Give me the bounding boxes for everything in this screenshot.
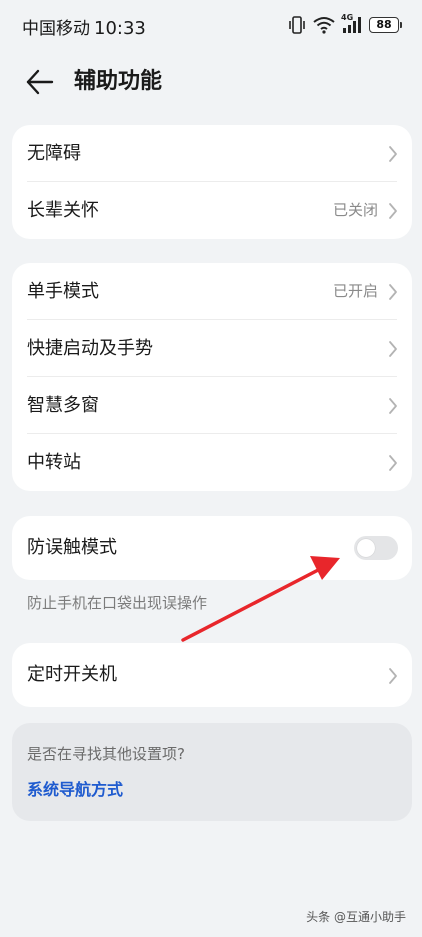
- clock: 10:33: [94, 18, 146, 39]
- toggle-knob: [357, 539, 375, 557]
- chevron-right-icon: [389, 341, 397, 357]
- search-suggestion-card: 是否在寻找其他设置项? 系统导航方式: [12, 723, 412, 821]
- suggestion-question: 是否在寻找其他设置项?: [27, 745, 185, 763]
- row-label: 快捷启动及手势: [27, 338, 153, 359]
- row-value: 已开启: [332, 282, 378, 300]
- settings-group-4: 定时开关机: [12, 643, 412, 707]
- row-accessibility[interactable]: 无障碍: [12, 125, 412, 182]
- page-title: 辅助功能: [74, 69, 163, 94]
- chevron-right-icon: [389, 146, 397, 162]
- battery-level: 88: [369, 17, 399, 33]
- row-label: 无障碍: [27, 143, 81, 164]
- row-label: 智慧多窗: [27, 395, 99, 416]
- row-pocket-mode: 防误触模式: [12, 516, 412, 580]
- row-label: 中转站: [27, 452, 81, 473]
- row-label: 防误触模式: [27, 537, 117, 558]
- row-one-hand-mode[interactable]: 单手模式 已开启: [12, 263, 412, 320]
- wifi-icon: [313, 17, 335, 34]
- pocket-mode-description: 防止手机在口袋出现误操作: [27, 594, 208, 612]
- status-left: 中国移动 10:33: [22, 14, 146, 39]
- settings-group-1: 无障碍 长辈关怀 已关闭: [12, 125, 412, 239]
- carrier-label: 中国移动: [22, 19, 90, 39]
- settings-group-3: 防误触模式: [12, 516, 412, 580]
- row-transfer-station[interactable]: 中转站: [12, 434, 412, 491]
- battery-cap: [400, 22, 402, 28]
- row-scheduled-power[interactable]: 定时开关机: [12, 643, 412, 707]
- row-shortcuts-gestures[interactable]: 快捷启动及手势: [12, 320, 412, 377]
- row-value: 已关闭: [332, 201, 378, 219]
- row-elder-care[interactable]: 长辈关怀 已关闭: [12, 182, 412, 239]
- vibrate-icon: [289, 16, 305, 34]
- row-label: 长辈关怀: [27, 200, 99, 221]
- battery-indicator: 88: [369, 17, 402, 33]
- chevron-right-icon: [389, 668, 397, 684]
- chevron-right-icon: [389, 455, 397, 471]
- row-smart-multiwindow[interactable]: 智慧多窗: [12, 377, 412, 434]
- status-icons: 4G 88: [287, 13, 402, 36]
- cellular-signal-icon: 4G: [341, 13, 363, 34]
- row-label: 单手模式: [27, 281, 99, 302]
- chevron-right-icon: [389, 203, 397, 219]
- suggestion-link[interactable]: 系统导航方式: [27, 776, 123, 800]
- row-label: 定时开关机: [27, 664, 117, 685]
- pocket-mode-toggle[interactable]: [354, 536, 398, 560]
- status-bar: 中国移动 10:33 4G 88: [0, 0, 422, 52]
- page-header: 辅助功能: [0, 52, 422, 112]
- watermark: 头条 @互通小助手: [306, 910, 406, 924]
- back-button[interactable]: [22, 66, 58, 98]
- chevron-right-icon: [389, 398, 397, 414]
- arrow-left-icon: [26, 69, 54, 95]
- settings-group-2: 单手模式 已开启 快捷启动及手势 智慧多窗 中转站: [12, 263, 412, 491]
- chevron-right-icon: [389, 284, 397, 300]
